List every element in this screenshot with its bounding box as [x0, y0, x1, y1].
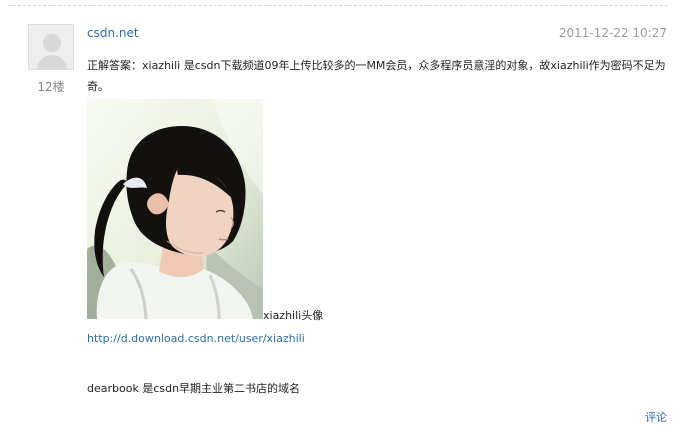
floor-number: 12楼	[37, 80, 65, 94]
dearbook-note: dearbook 是csdn早期主业第二书店的域名	[87, 382, 301, 395]
default-avatar-icon	[29, 25, 73, 69]
comment-action-link[interactable]: 评论	[645, 409, 667, 425]
profile-photo-image	[87, 99, 263, 319]
comment-body: 正解答案：xiazhili 是csdn下载频道09年上传比较多的一MM会员，众多…	[87, 59, 666, 93]
profile-photo	[87, 99, 263, 319]
photo-caption: xiazhili头像	[263, 309, 324, 322]
avatar[interactable]	[28, 24, 74, 70]
comment-timestamp: 2011-12-22 10:27	[558, 26, 667, 40]
profile-url-link[interactable]: http://d.download.csdn.net/user/xiazhili	[87, 332, 305, 345]
top-divider	[8, 5, 668, 6]
author-link[interactable]: csdn.net	[87, 26, 139, 40]
